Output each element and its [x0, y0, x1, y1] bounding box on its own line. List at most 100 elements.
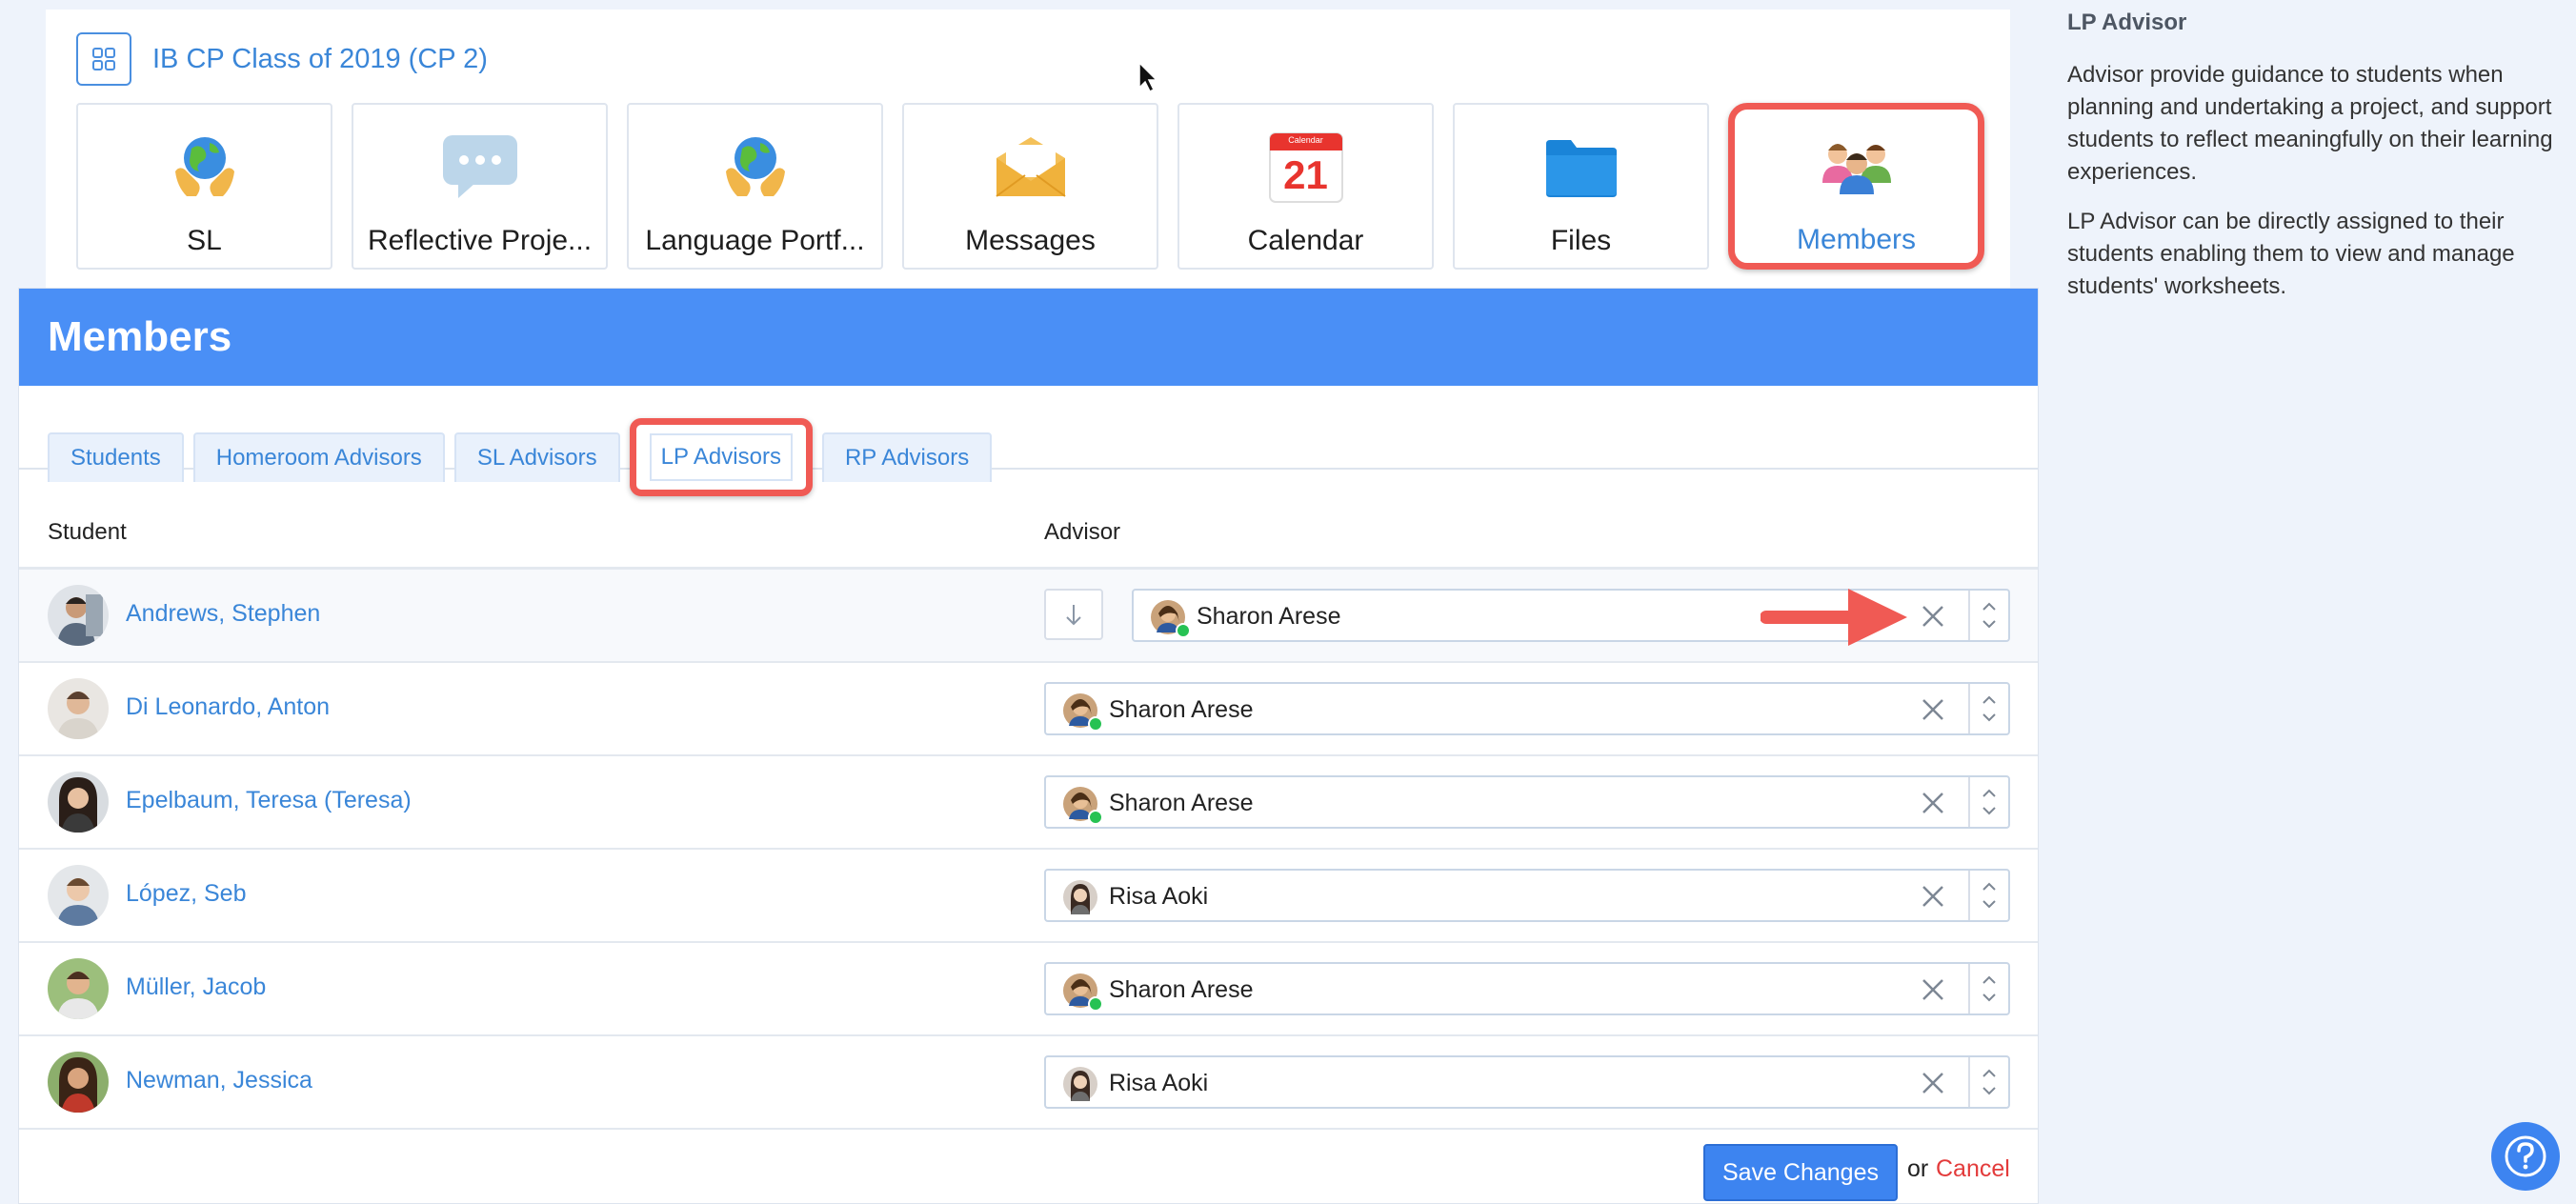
grid-icon: [92, 48, 115, 70]
advisor-stepper[interactable]: [1968, 871, 2008, 920]
column-header-advisor: Advisor: [1044, 519, 1121, 545]
tile-messages[interactable]: Messages: [902, 103, 1158, 270]
members-title: Members: [48, 313, 232, 360]
tab-sl-advisors[interactable]: SL Advisors: [453, 432, 620, 482]
tile-files[interactable]: Files: [1453, 103, 1709, 270]
advisor-name: Sharon Arese: [1109, 696, 1254, 723]
advisor-name: Sharon Arese: [1109, 790, 1254, 816]
folder-icon: [1545, 140, 1617, 197]
advisor-avatar: [1063, 1067, 1097, 1101]
calendar-icon: Calendar 21: [1267, 128, 1345, 206]
table-row: Müller, Jacob Sharon Arese: [19, 943, 2038, 1036]
arrow-down-icon: [1066, 605, 1081, 626]
members-table: Andrews, Stephen Sharon Arese Di Leonard…: [19, 570, 2038, 1130]
globe-hands-icon: [725, 137, 785, 196]
tile-sl[interactable]: SL: [76, 103, 332, 270]
tile-label: Messages: [965, 225, 1096, 256]
members-panel: Members Students Homeroom Advisors SL Ad…: [18, 288, 2039, 1204]
student-name-link[interactable]: Müller, Jacob: [126, 973, 266, 1001]
student-name-link[interactable]: López, Seb: [126, 880, 247, 908]
advisor-avatar: [1151, 600, 1191, 638]
table-row: Di Leonardo, Anton Sharon Arese: [19, 663, 2038, 756]
advisor-name: Sharon Arese: [1109, 976, 1254, 1003]
globe-hands-icon: [174, 137, 234, 196]
tile-calendar[interactable]: Calendar 21 Calendar: [1177, 103, 1434, 270]
tab-students[interactable]: Students: [48, 432, 184, 482]
student-name-link[interactable]: Epelbaum, Teresa (Teresa): [126, 787, 412, 814]
student-avatar: [48, 772, 109, 833]
advisor-avatar: [1063, 693, 1103, 732]
question-icon: [2505, 1135, 2546, 1177]
student-avatar: [48, 865, 109, 926]
advisor-stepper[interactable]: [1968, 684, 2008, 733]
help-button[interactable]: [2491, 1122, 2560, 1191]
advisor-select[interactable]: Risa Aoki: [1044, 869, 2010, 922]
calendar-day: 21: [1283, 152, 1328, 197]
tile-label: Reflective Proje...: [367, 225, 593, 256]
clear-icon[interactable]: [1917, 880, 1949, 913]
student-name-link[interactable]: Newman, Jessica: [126, 1067, 312, 1094]
clear-icon[interactable]: [1917, 973, 1949, 1006]
cancel-link[interactable]: Cancel: [1936, 1155, 2010, 1183]
chevron-up-down-icon: [1982, 882, 1996, 909]
advisor-avatar: [1063, 973, 1103, 1012]
tile-label: Language Portf...: [645, 225, 865, 256]
tile-language-portfolio[interactable]: Language Portf...: [627, 103, 883, 270]
advisor-name: Risa Aoki: [1109, 1070, 1209, 1096]
online-status-dot: [1088, 716, 1103, 732]
class-row: IB CP Class of 2019 (CP 2): [76, 32, 488, 86]
sidebar-paragraph: Advisor provide guidance to students whe…: [2067, 62, 2553, 185]
move-down-button[interactable]: [1044, 589, 1103, 640]
clear-icon[interactable]: [1917, 1067, 1949, 1099]
advisor-tabs: Students Homeroom Advisors SL Advisors L…: [48, 418, 993, 496]
tile-label: SL: [187, 225, 222, 256]
column-header-student: Student: [48, 519, 127, 545]
table-row: Newman, Jessica Risa Aoki: [19, 1036, 2038, 1130]
advisor-name: Sharon Arese: [1197, 603, 1341, 630]
people-icon: [1821, 144, 1891, 194]
student-avatar: [48, 678, 109, 739]
tab-rp-advisors[interactable]: RP Advisors: [821, 432, 993, 482]
clear-icon[interactable]: [1917, 600, 1949, 632]
tile-label: Calendar: [1247, 225, 1364, 256]
advisor-select[interactable]: Sharon Arese: [1044, 682, 2010, 735]
advisor-select[interactable]: Risa Aoki: [1044, 1055, 2010, 1109]
advisor-stepper[interactable]: [1968, 964, 2008, 1013]
or-text: or: [1907, 1155, 1929, 1182]
tile-reflective-project[interactable]: Reflective Proje...: [352, 103, 608, 270]
class-title[interactable]: IB CP Class of 2019 (CP 2): [152, 44, 488, 75]
sidebar-title: LP Advisor: [2067, 10, 2187, 35]
table-row: Andrews, Stephen Sharon Arese: [19, 570, 2038, 663]
student-avatar: [48, 585, 109, 646]
speech-bubble-icon: [442, 135, 517, 198]
members-header: Members: [19, 289, 2038, 386]
app-tiles: SL Reflective Proje... Language Portf...…: [76, 103, 1984, 270]
tab-label: LP Advisors: [649, 433, 793, 481]
tab-lp-advisors[interactable]: LP Advisors: [629, 418, 813, 496]
help-sidebar: LP Advisor Advisor provide guidance to s…: [2067, 10, 2553, 320]
student-avatar: [48, 1052, 109, 1113]
table-row: López, Seb Risa Aoki: [19, 850, 2038, 943]
advisor-stepper[interactable]: [1968, 591, 2008, 640]
advisor-stepper[interactable]: [1968, 777, 2008, 827]
envelope-icon: [995, 137, 1066, 197]
clear-icon[interactable]: [1917, 693, 1949, 726]
tile-members[interactable]: Members: [1728, 103, 1984, 270]
advisor-select[interactable]: Sharon Arese: [1044, 775, 2010, 829]
course-header-card: IB CP Class of 2019 (CP 2) SL Reflective…: [46, 10, 2010, 291]
tab-homeroom-advisors[interactable]: Homeroom Advisors: [192, 432, 445, 482]
student-name-link[interactable]: Di Leonardo, Anton: [126, 693, 330, 721]
advisor-name: Risa Aoki: [1109, 883, 1209, 910]
calendar-month: Calendar: [1288, 135, 1323, 145]
advisor-stepper[interactable]: [1968, 1057, 2008, 1107]
advisor-avatar: [1063, 787, 1103, 825]
save-changes-button[interactable]: Save Changes: [1703, 1144, 1898, 1201]
advisor-select[interactable]: Sharon Arese: [1044, 962, 2010, 1015]
student-avatar: [48, 958, 109, 1019]
student-name-link[interactable]: Andrews, Stephen: [126, 600, 320, 628]
sidebar-paragraph: LP Advisor can be directly assigned to t…: [2067, 209, 2515, 299]
app-grid-button[interactable]: [76, 32, 131, 86]
clear-icon[interactable]: [1917, 787, 1949, 819]
advisor-avatar: [1063, 880, 1097, 914]
chevron-up-down-icon: [1982, 1069, 1996, 1095]
